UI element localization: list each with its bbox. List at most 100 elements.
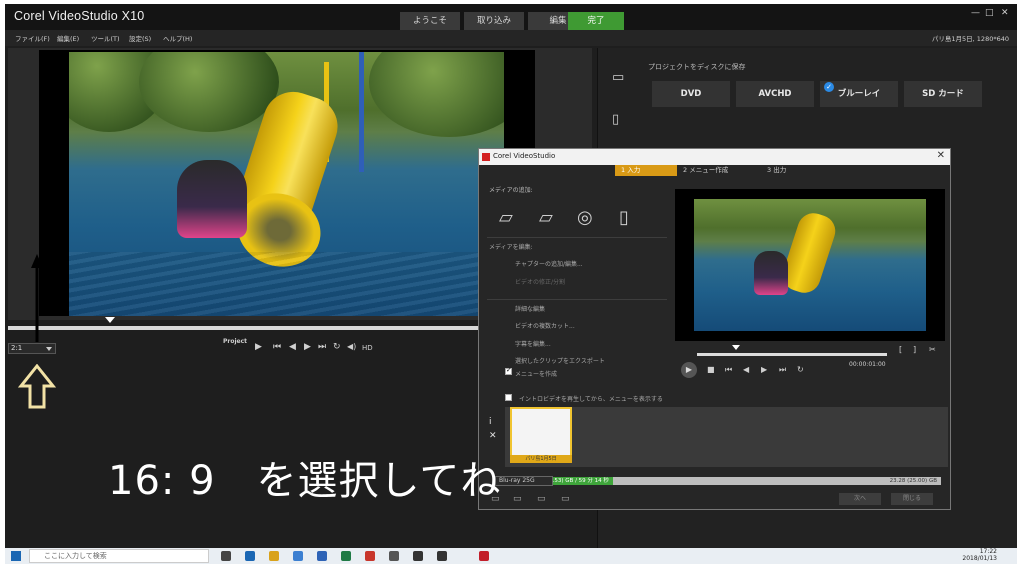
dialog-end-icon[interactable]: ⏭ [779, 365, 786, 375]
add-device-icon[interactable]: ▯ [619, 207, 629, 228]
menu-file[interactable]: ファイル(F) [15, 33, 50, 43]
add-vr-icon[interactable]: ▱ [539, 207, 553, 228]
go-to-end-icon[interactable]: ⏭ [318, 342, 326, 352]
add-video-icon[interactable]: ▱ [499, 207, 513, 228]
close-icon[interactable]: ✕ [1001, 8, 1009, 18]
clock-time: 17:22 [979, 548, 997, 555]
tab-welcome[interactable]: ようこそ [400, 12, 460, 30]
close-button[interactable]: 閉じる [891, 493, 933, 505]
zoom-select[interactable]: 2:1 [8, 343, 56, 354]
mark-in-icon[interactable]: [ [899, 345, 902, 354]
info-icon[interactable]: i [489, 417, 492, 427]
media-thumbnail-label: パリ島1月5日 [510, 455, 572, 463]
taskbar-clock[interactable]: 17:22 2018/01/13 [962, 548, 997, 562]
videostudio-taskbar-icon[interactable] [479, 551, 489, 561]
app-title: Corel VideoStudio X10 [14, 9, 145, 23]
dialog-title: Corel VideoStudio [493, 152, 556, 160]
intro-video-label: イントロビデオを再生してから、メニューを表示する [519, 396, 663, 403]
selected-check-icon: ✓ [824, 82, 834, 92]
store-icon[interactable] [293, 551, 303, 561]
dialog-next-icon[interactable]: ▶ [761, 365, 767, 374]
stop-icon[interactable]: ■ [707, 365, 715, 374]
previous-frame-icon[interactable]: ◀ [289, 342, 296, 352]
avchd-button[interactable]: AVCHD [736, 81, 814, 107]
disc-capacity-bar: 4.53 (4.53) GB / 59 分 14 秒 23.28 (25.00)… [493, 477, 941, 485]
cut-icon[interactable]: ✂ [929, 345, 936, 354]
edge-icon[interactable] [245, 551, 255, 561]
project-settings-icon[interactable]: ▭ [513, 494, 522, 504]
dialog-scrubber[interactable] [697, 353, 887, 356]
delete-icon[interactable]: ✕ [489, 431, 497, 441]
add-disc-icon[interactable]: ◎ [577, 207, 593, 228]
subtitle-edit-link[interactable]: 字幕を編集... [515, 339, 551, 348]
scrubber-thumb[interactable] [105, 317, 115, 323]
project-info: パリ島1月5日, 1280*640 [931, 35, 1009, 43]
tab-menu-creation[interactable]: 2 メニュー作成 [677, 165, 757, 176]
dvd-button[interactable]: DVD [652, 81, 730, 107]
create-menu-checkbox[interactable] [505, 366, 512, 375]
app-icon[interactable] [389, 551, 399, 561]
dialog-prev-icon[interactable]: ◀ [743, 365, 749, 374]
create-disc-dialog: Corel VideoStudio ✕ 1 入力 2 メニュー作成 3 出力 メ… [478, 148, 951, 510]
save-to-disc-title: プロジェクトをディスクに保存 [648, 63, 746, 71]
menu-help[interactable]: ヘルプ(H) [163, 33, 192, 43]
maximize-icon[interactable]: □ [985, 8, 994, 18]
minimize-icon[interactable]: — [971, 8, 980, 18]
monitor-icon[interactable]: ▭ [612, 70, 628, 85]
volume-icon[interactable]: ◀) [347, 342, 356, 351]
dialog-repeat-icon[interactable]: ↻ [797, 365, 804, 374]
hd-label[interactable]: HD [362, 344, 373, 352]
excel-icon[interactable] [341, 551, 351, 561]
dialog-title-bar: Corel VideoStudio ✕ [479, 149, 950, 165]
next-button[interactable]: 次へ [839, 493, 881, 505]
mark-out-icon[interactable]: ] [913, 345, 916, 354]
app-icon-3[interactable] [437, 551, 447, 561]
disc-type-select[interactable]: Blu-ray 25G [495, 476, 553, 486]
menu-settings[interactable]: 設定(S) [129, 33, 151, 43]
device-icon[interactable]: ▯ [612, 112, 628, 127]
multi-trim-link[interactable]: ビデオの複数カット... [515, 321, 575, 330]
windows-start-icon[interactable] [11, 551, 21, 561]
disc-capacity-text: 23.28 (25.00) GB [889, 478, 937, 484]
tab-capture[interactable]: 取り込み [464, 12, 524, 30]
tab-input[interactable]: 1 入力 [615, 165, 677, 176]
menu-edit[interactable]: 編集(E) [57, 33, 79, 43]
intro-video-checkbox[interactable] [505, 394, 512, 401]
next-frame-icon[interactable]: ▶ [304, 342, 311, 352]
dialog-start-icon[interactable]: ⏮ [725, 365, 732, 375]
taskbar: ここに入力して検索 17:22 2018/01/13 [5, 548, 1017, 564]
play-icon[interactable]: ▶ [255, 342, 262, 352]
menu-tools[interactable]: ツール(T) [91, 33, 120, 43]
dialog-play-icon[interactable]: ▶ [681, 362, 697, 378]
arrow-up-icon [31, 254, 43, 342]
corel-logo-icon [482, 153, 490, 161]
explorer-icon[interactable] [269, 551, 279, 561]
tab-share[interactable]: 完了 [568, 12, 624, 30]
app-icon-2[interactable] [413, 551, 423, 561]
tab-output[interactable]: 3 出力 [761, 165, 821, 176]
print-icon[interactable]: ▭ [561, 494, 570, 504]
video-frame[interactable] [39, 50, 535, 316]
preferences-icon[interactable]: ▭ [537, 494, 546, 504]
powerpoint-icon[interactable] [365, 551, 375, 561]
export-clip-link[interactable]: 選択したクリップをエクスポート [515, 356, 605, 365]
add-media-header: メディアの追加: [489, 187, 533, 194]
task-view-icon[interactable] [221, 551, 231, 561]
highlight-arrow-icon [17, 364, 57, 409]
timecode[interactable]: 00:00:01:00 [849, 361, 886, 368]
dialog-close-icon[interactable]: ✕ [937, 150, 945, 161]
word-icon[interactable] [317, 551, 327, 561]
create-menu-label: メニューを作成 [515, 371, 558, 378]
dialog-preview[interactable] [675, 189, 945, 341]
instruction-caption: 16: 9 を選択してね [108, 458, 502, 504]
repeat-icon[interactable]: ↻ [333, 342, 341, 352]
taskbar-search-input[interactable]: ここに入力して検索 [29, 549, 209, 563]
sd-card-button[interactable]: SD カード [904, 81, 982, 107]
menu-bar: ファイル(F) 編集(E) ツール(T) 設定(S) ヘルプ(H) パリ島1月5… [5, 30, 1017, 46]
go-to-start-icon[interactable]: ⏮ [273, 342, 281, 352]
dialog-scrubber-thumb[interactable] [732, 345, 740, 350]
zoom-value: 2:1 [11, 344, 23, 352]
clip-cut-link[interactable]: ビデオの修正/分割 [515, 277, 565, 286]
advanced-edit-link[interactable]: 詳細な編集 [515, 304, 545, 313]
chapter-add-link[interactable]: チャプターの追加/編集... [515, 259, 583, 268]
